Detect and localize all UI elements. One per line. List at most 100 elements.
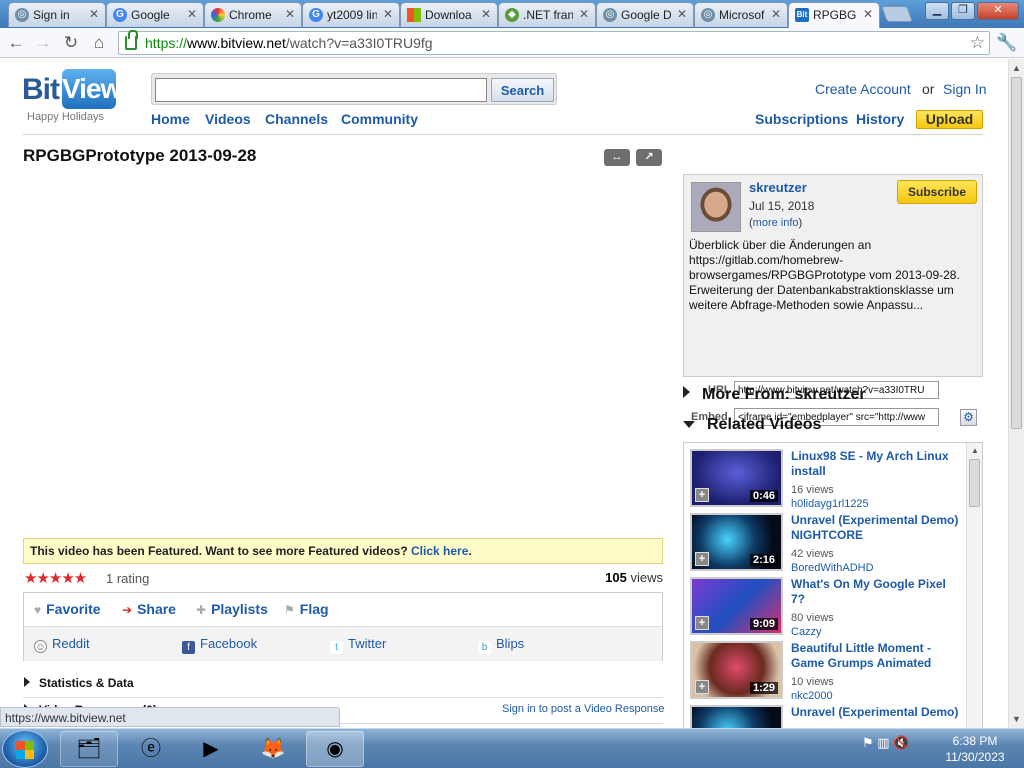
more-info-link[interactable]: more info [753, 217, 799, 229]
search-input[interactable] [155, 78, 487, 102]
nav-videos[interactable]: Videos [205, 111, 251, 127]
reload-icon[interactable]: ↻ [60, 32, 82, 54]
statistics-toggle[interactable]: Statistics & Data [23, 676, 663, 690]
add-to-playlist-icon[interactable]: + [695, 616, 709, 630]
scrollbar-thumb[interactable] [969, 459, 980, 507]
scrollbar-thumb[interactable] [1011, 77, 1022, 429]
related-user[interactable]: h0lidayg1rl1225 [791, 498, 869, 510]
nav-community[interactable]: Community [341, 111, 418, 127]
share-button[interactable]: ➔ Share [122, 601, 176, 617]
flag-button[interactable]: ⚑ Flag [284, 601, 329, 617]
featured-link[interactable]: Click here [411, 544, 468, 558]
close-icon[interactable]: ✕ [579, 7, 589, 21]
wrench-icon[interactable]: 🔧 [996, 32, 1018, 54]
new-tab-button[interactable] [881, 6, 913, 22]
expand-player-icon[interactable]: ↔ [604, 149, 630, 166]
video-thumbnail[interactable]: +0:46 [690, 449, 783, 507]
internet-explorer-icon[interactable]: ⓔ [122, 731, 180, 767]
related-title[interactable]: Linux98 SE - My Arch Linux install [791, 449, 963, 479]
firefox-icon[interactable]: 🦊 [244, 731, 302, 767]
related-user[interactable]: BoredWithADHD [791, 562, 874, 574]
share-facebook[interactable]: f Facebook [182, 636, 257, 654]
post-response-link[interactable]: Sign in to post a Video Response [502, 703, 664, 715]
browser-tab[interactable]: Chrome ✕ [204, 2, 302, 27]
scroll-down-icon[interactable]: ▼ [1012, 714, 1021, 724]
browser-tab-active[interactable]: Bit RPGBGPr ✕ [788, 2, 880, 28]
list-item[interactable]: Unravel (Experimental Demo) [690, 705, 966, 728]
share-blips[interactable]: b Blips [478, 636, 524, 654]
close-icon[interactable]: ✕ [863, 7, 873, 21]
share-reddit[interactable]: ☺ Reddit [34, 636, 90, 653]
close-icon[interactable]: ✕ [771, 7, 781, 21]
start-button[interactable] [2, 730, 48, 768]
scroll-up-icon[interactable]: ▲ [971, 446, 979, 455]
related-scrollbar[interactable]: ▲ [966, 443, 982, 728]
sign-in-link[interactable]: Sign In [943, 81, 987, 97]
subscribe-button[interactable]: Subscribe [897, 180, 977, 204]
bookmark-star-icon[interactable]: ☆ [970, 32, 985, 54]
video-thumbnail[interactable]: +1:29 [690, 641, 783, 699]
browser-tab[interactable]: ◎ Microsof ✕ [694, 2, 788, 27]
nav-channels[interactable]: Channels [265, 111, 328, 127]
browser-tab[interactable]: ◆ .NET fran ✕ [498, 2, 596, 27]
close-icon[interactable]: ✕ [187, 7, 197, 21]
chrome-icon[interactable]: ◉ [306, 731, 364, 767]
network-icon[interactable]: ▥ [877, 735, 889, 750]
list-item[interactable]: +2:16 Unravel (Experimental Demo) NIGHTC… [690, 513, 966, 574]
video-thumbnail[interactable] [690, 705, 783, 728]
browser-tab[interactable]: ◎ Google D ✕ [596, 2, 694, 27]
more-from-toggle[interactable]: More From: skreutzer [683, 386, 866, 404]
close-icon[interactable]: ✕ [285, 7, 295, 21]
list-item[interactable]: +1:29 Beautiful Little Moment - Game Gru… [690, 641, 966, 702]
subscriptions-link[interactable]: Subscriptions [755, 111, 848, 127]
close-window-button[interactable]: ✕ [977, 2, 1019, 20]
add-to-playlist-icon[interactable]: + [695, 680, 709, 694]
related-title[interactable]: Beautiful Little Moment - Game Grumps An… [791, 641, 963, 671]
add-to-playlist-icon[interactable]: + [695, 488, 709, 502]
forward-arrow-icon[interactable]: → [32, 32, 54, 54]
rating-stars[interactable]: ★★★★★ [24, 569, 87, 587]
uploader-link[interactable]: skreutzer [749, 180, 807, 195]
share-twitter[interactable]: t Twitter [330, 636, 386, 654]
scroll-up-icon[interactable]: ▲ [1012, 63, 1021, 73]
related-title[interactable]: Unravel (Experimental Demo) [791, 705, 963, 720]
action-center-icon[interactable]: ⚑ [862, 735, 874, 750]
close-icon[interactable]: ✕ [677, 7, 687, 21]
bitview-logo[interactable]: Bit View [22, 69, 122, 111]
playlists-button[interactable]: ✚ Playlists [196, 601, 268, 617]
list-item[interactable]: +0:46 Linux98 SE - My Arch Linux install… [690, 449, 966, 510]
nav-home[interactable]: Home [151, 111, 190, 127]
media-player-icon[interactable]: ▶ [182, 731, 240, 767]
related-videos-toggle[interactable]: Related Videos [683, 416, 821, 434]
address-bar[interactable]: https://www.bitview.net/watch?v=a33I0TRU… [118, 30, 990, 55]
home-icon[interactable]: ⌂ [88, 32, 110, 54]
system-clock[interactable]: 6:38 PM 11/30/2023 [940, 733, 1010, 765]
page-scrollbar[interactable]: ▲ ▼ [1008, 59, 1024, 728]
volume-muted-icon[interactable]: 🔇 [893, 735, 909, 750]
minimize-button[interactable]: ▁ [925, 2, 949, 20]
back-arrow-icon[interactable]: ← [5, 32, 27, 54]
browser-tab[interactable]: G Google ✕ [106, 2, 204, 27]
close-icon[interactable]: ✕ [89, 7, 99, 21]
gear-icon[interactable]: ⚙ [960, 409, 977, 426]
explorer-icon[interactable]: 🗂 [60, 731, 118, 767]
browser-tab[interactable]: Gyt2009 lin ✕ [302, 2, 400, 27]
close-icon[interactable]: ✕ [383, 7, 393, 21]
browser-tab[interactable]: Downloa ✕ [400, 2, 498, 27]
related-title[interactable]: Unravel (Experimental Demo) NIGHTCORE [791, 513, 963, 543]
related-user[interactable]: Cazzy [791, 626, 822, 638]
search-button[interactable]: Search [491, 78, 554, 102]
list-item[interactable]: +9:09 What's On My Google Pixel 7? 80 vi… [690, 577, 966, 638]
favorite-button[interactable]: ♥ Favorite [34, 601, 101, 617]
add-to-playlist-icon[interactable]: + [695, 552, 709, 566]
history-link[interactable]: History [856, 111, 904, 127]
video-thumbnail[interactable]: +9:09 [690, 577, 783, 635]
uploader-avatar[interactable] [691, 182, 741, 232]
upload-button[interactable]: Upload [916, 110, 983, 129]
create-account-link[interactable]: Create Account [815, 81, 911, 97]
video-thumbnail[interactable]: +2:16 [690, 513, 783, 571]
maximize-button[interactable]: ❐ [951, 2, 975, 20]
close-icon[interactable]: ✕ [481, 7, 491, 21]
popout-icon[interactable]: ↗ [636, 149, 662, 166]
related-user[interactable]: nkc2000 [791, 690, 833, 702]
